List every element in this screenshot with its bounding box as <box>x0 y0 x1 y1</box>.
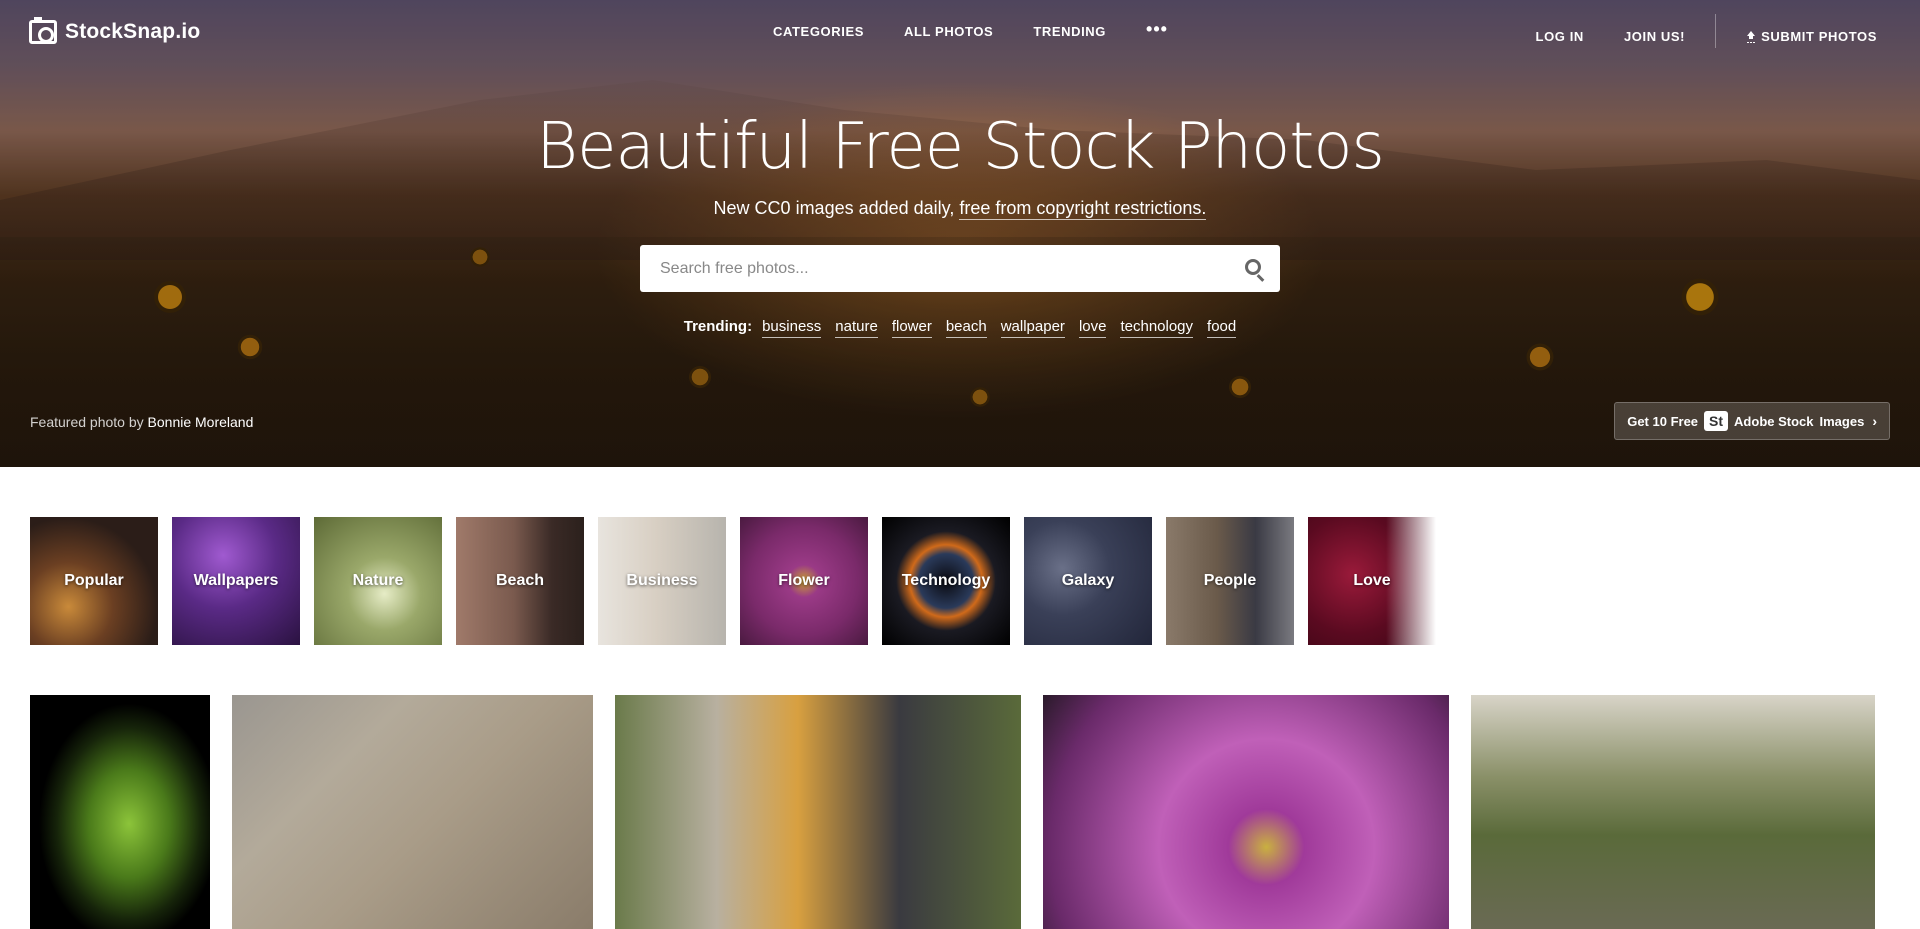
featured-credit: Featured photo by Bonnie Moreland <box>30 414 253 430</box>
hero-banner: StockSnap.io CATEGORIES ALL PHOTOS TREND… <box>0 0 1920 467</box>
category-strip: Popular Wallpapers Nature Beach Business… <box>30 517 1436 645</box>
category-label: Business <box>626 572 698 589</box>
category-business[interactable]: Business <box>598 517 726 645</box>
hero-content: Beautiful Free Stock Photos New CC0 imag… <box>0 110 1920 338</box>
photo-leaf[interactable] <box>30 695 210 929</box>
trending-tags: Trending: business nature flower beach w… <box>0 318 1920 338</box>
category-label: Wallpapers <box>193 572 279 589</box>
category-label: Technology <box>901 572 991 589</box>
camera-icon <box>29 17 57 44</box>
adobe-images-text: Images <box>1819 413 1865 429</box>
trending-tag-love[interactable]: love <box>1078 318 1107 338</box>
category-technology[interactable]: Technology <box>882 517 1010 645</box>
featured-author-link[interactable]: Bonnie Moreland <box>148 414 254 430</box>
search-input[interactable] <box>640 245 1200 292</box>
category-wallpapers[interactable]: Wallpapers <box>172 517 300 645</box>
photo-couple[interactable] <box>615 695 1021 929</box>
upload-icon <box>1746 30 1756 42</box>
category-flower[interactable]: Flower <box>740 517 868 645</box>
category-label: Popular <box>64 572 124 589</box>
copyright-link[interactable]: free from copyright restrictions. <box>959 198 1207 220</box>
photo-lake-trees[interactable] <box>1471 695 1875 929</box>
featured-prefix: Featured photo by <box>30 414 144 430</box>
category-love[interactable]: Love <box>1308 517 1436 645</box>
nav-categories[interactable]: CATEGORIES <box>773 24 864 39</box>
adobe-brand-text: Adobe Stock <box>1734 413 1814 429</box>
category-popular[interactable]: Popular <box>30 517 158 645</box>
trending-tag-flower[interactable]: flower <box>891 318 932 338</box>
category-label: Beach <box>495 572 545 589</box>
adobe-stock-icon: St <box>1704 411 1729 431</box>
adobe-get-text: Get 10 Free <box>1627 413 1699 429</box>
category-label: People <box>1203 572 1257 589</box>
category-beach[interactable]: Beach <box>456 517 584 645</box>
photo-road-field[interactable] <box>232 695 593 929</box>
category-people[interactable]: People <box>1166 517 1294 645</box>
submit-photos-label: SUBMIT PHOTOS <box>1761 28 1877 44</box>
submit-photos-button[interactable]: SUBMIT PHOTOS <box>1746 29 1877 44</box>
photo-pink-flower[interactable] <box>1043 695 1449 929</box>
account-nav: LOG IN JOIN US! SUBMIT PHOTOS <box>1536 14 1877 48</box>
category-label: Love <box>1353 572 1391 589</box>
login-link[interactable]: LOG IN <box>1536 29 1584 44</box>
category-label: Nature <box>352 572 404 589</box>
trending-tag-business[interactable]: business <box>762 318 822 338</box>
more-menu-icon[interactable]: ••• <box>1146 20 1168 39</box>
logo[interactable]: StockSnap.io <box>29 17 201 44</box>
adobe-stock-button[interactable]: Get 10 Free St Adobe Stock Images › <box>1614 402 1890 440</box>
logo-text: StockSnap.io <box>65 20 201 43</box>
trending-label: Trending: <box>683 318 753 335</box>
main-nav: CATEGORIES ALL PHOTOS TRENDING ••• <box>773 20 1168 39</box>
category-nature[interactable]: Nature <box>314 517 442 645</box>
photo-grid <box>30 695 1875 929</box>
join-link[interactable]: JOIN US! <box>1624 29 1685 44</box>
nav-divider <box>1715 14 1717 48</box>
search-icon[interactable] <box>1245 259 1261 275</box>
top-nav: StockSnap.io CATEGORIES ALL PHOTOS TREND… <box>0 0 1920 66</box>
hero-subtitle: New CC0 images added daily, free from co… <box>0 198 1920 220</box>
trending-tag-beach[interactable]: beach <box>945 318 987 338</box>
trending-tag-technology[interactable]: technology <box>1120 318 1194 338</box>
nav-all-photos[interactable]: ALL PHOTOS <box>904 24 993 39</box>
category-label: Galaxy <box>1061 572 1115 589</box>
hero-subtitle-text: New CC0 images added daily, <box>713 198 955 218</box>
trending-tag-wallpaper[interactable]: wallpaper <box>1000 318 1065 338</box>
category-label: Flower <box>778 572 830 589</box>
hero-title: Beautiful Free Stock Photos <box>536 110 1385 184</box>
category-galaxy[interactable]: Galaxy <box>1024 517 1152 645</box>
trending-tag-food[interactable]: food <box>1207 318 1237 338</box>
nav-trending[interactable]: TRENDING <box>1033 24 1106 39</box>
search-box <box>640 245 1280 292</box>
chevron-right-icon: › <box>1872 413 1877 429</box>
trending-tag-nature[interactable]: nature <box>835 318 878 338</box>
